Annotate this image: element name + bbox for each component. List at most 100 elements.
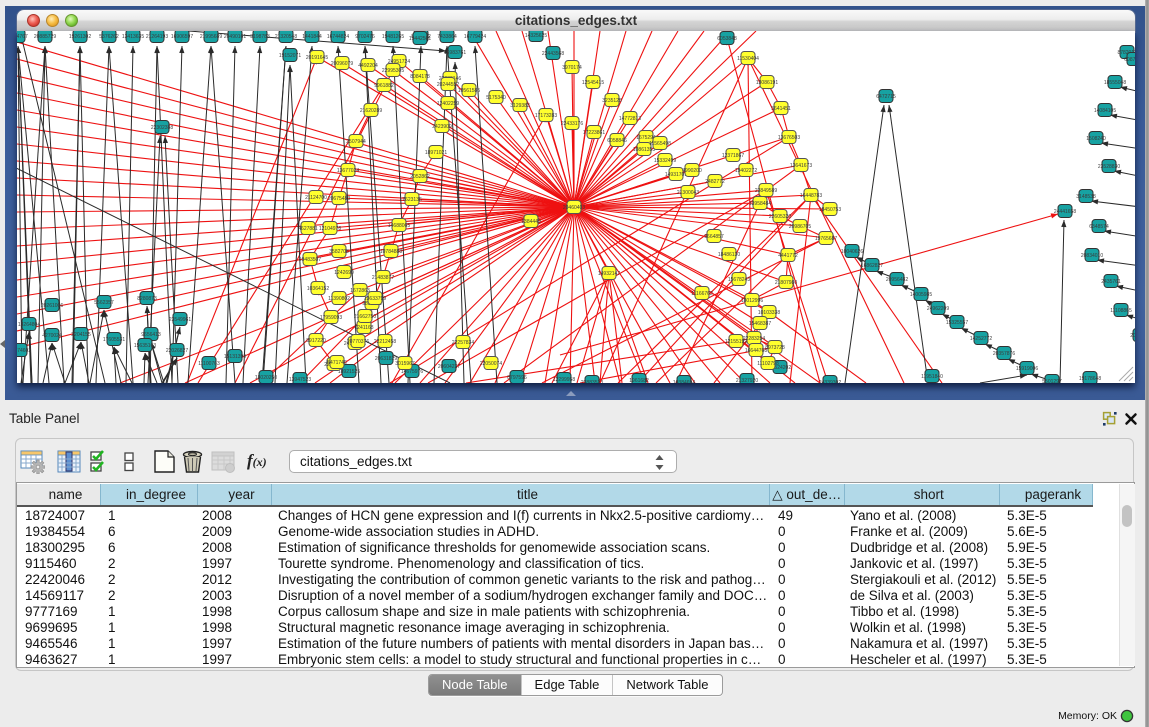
svg-text:22026827: 22026827 — [166, 348, 188, 354]
svg-text:11166762: 11166762 — [691, 291, 713, 297]
svg-text:22995305: 22995305 — [382, 68, 404, 74]
svg-text:6472715: 6472715 — [876, 94, 896, 100]
svg-text:14325625: 14325625 — [525, 33, 547, 39]
svg-text:18921525: 18921525 — [338, 369, 360, 375]
svg-text:1672863: 1672863 — [350, 288, 370, 294]
svg-text:15468387: 15468387 — [749, 321, 771, 327]
svg-text:10364152: 10364152 — [307, 286, 329, 292]
svg-text:20096079: 20096079 — [331, 61, 353, 67]
svg-text:11100763: 11100763 — [198, 361, 220, 367]
svg-text:23549961: 23549961 — [169, 317, 191, 323]
svg-text:11390802: 11390802 — [328, 296, 350, 302]
svg-text:13676503: 13676503 — [778, 135, 800, 141]
svg-text:13264804: 13264804 — [18, 322, 40, 328]
svg-text:5471746: 5471746 — [327, 360, 347, 366]
svg-text:22050074: 22050074 — [480, 361, 502, 367]
svg-text:6087602: 6087602 — [1124, 57, 1135, 63]
svg-text:11102798: 11102798 — [757, 361, 779, 367]
svg-text:4270024: 4270024 — [42, 333, 62, 339]
svg-text:13947523: 13947523 — [289, 377, 311, 383]
svg-text:2507944: 2507944 — [346, 139, 366, 145]
svg-text:8973728: 8973728 — [765, 345, 785, 351]
svg-text:10561585: 10561585 — [458, 88, 480, 94]
svg-text:21483877: 21483877 — [372, 275, 394, 281]
svg-text:1441844: 1441844 — [302, 34, 322, 40]
svg-text:20261006: 20261006 — [41, 303, 63, 309]
svg-text:9702476: 9702476 — [355, 34, 375, 40]
svg-text:22212458: 22212458 — [374, 339, 396, 345]
svg-text:10861353: 10861353 — [633, 147, 655, 153]
svg-text:3015967: 3015967 — [395, 361, 415, 367]
svg-text:6053848: 6053848 — [717, 36, 737, 42]
svg-text:23883523: 23883523 — [581, 380, 603, 383]
svg-text:23528830: 23528830 — [1098, 164, 1120, 170]
svg-text:4492204: 4492204 — [358, 63, 378, 69]
svg-text:13641673: 13641673 — [790, 163, 812, 169]
svg-text:20357876: 20357876 — [993, 351, 1015, 357]
svg-text:22605320: 22605320 — [769, 214, 791, 220]
svg-text:19402272: 19402272 — [735, 168, 757, 174]
svg-text:8917220: 8917220 — [306, 338, 326, 344]
svg-text:16862827: 16862827 — [861, 263, 883, 269]
svg-text:12299958: 12299958 — [553, 377, 575, 383]
svg-text:2482772: 2482772 — [705, 179, 725, 185]
svg-text:15919006: 15919006 — [1016, 366, 1038, 372]
svg-text:21124700: 21124700 — [305, 195, 327, 201]
svg-text:18555048: 18555048 — [1104, 80, 1126, 86]
svg-text:19481265: 19481265 — [382, 34, 404, 40]
svg-text:21995689: 21995689 — [200, 34, 222, 40]
svg-text:4441772: 4441772 — [778, 253, 798, 259]
svg-text:20986705: 20986705 — [789, 224, 811, 230]
svg-text:13413635: 13413635 — [122, 34, 144, 40]
svg-text:22433176: 22433176 — [561, 121, 583, 127]
svg-text:20770376: 20770376 — [347, 339, 369, 345]
svg-text:24339302: 24339302 — [819, 380, 841, 383]
svg-text:12402259: 12402259 — [437, 101, 459, 107]
svg-text:3582708: 3582708 — [329, 249, 349, 255]
svg-text:12545415: 12545415 — [582, 80, 604, 86]
svg-text:3198783: 3198783 — [250, 34, 270, 40]
svg-text:1508240: 1508240 — [1086, 136, 1106, 142]
svg-text:18450753: 18450753 — [819, 207, 841, 213]
svg-text:21327920: 21327920 — [736, 378, 758, 383]
svg-text:14005985: 14005985 — [910, 292, 932, 298]
svg-text:21300043: 21300043 — [677, 190, 699, 196]
svg-text:20244552: 20244552 — [437, 82, 459, 88]
svg-text:5501297: 5501297 — [1042, 379, 1062, 383]
svg-text:7433864: 7433864 — [437, 34, 457, 40]
svg-text:21620289: 21620289 — [360, 108, 382, 114]
svg-text:19483507: 19483507 — [299, 257, 321, 263]
svg-text:16744824: 16744824 — [327, 34, 349, 40]
svg-text:20956482: 20956482 — [886, 277, 908, 283]
svg-text:11530404: 11530404 — [737, 56, 759, 62]
svg-text:21807980: 21807980 — [775, 280, 797, 286]
svg-text:22302388: 22302388 — [151, 125, 173, 131]
svg-text:6241168: 6241168 — [354, 325, 373, 331]
svg-text:21264193: 21264193 — [146, 34, 168, 40]
svg-text:10103338: 10103338 — [758, 310, 780, 316]
svg-text:16644768: 16644768 — [745, 348, 767, 354]
svg-text:22443568: 22443568 — [542, 51, 564, 57]
svg-text:3235128: 3235128 — [602, 98, 622, 104]
svg-text:10784888: 10784888 — [380, 249, 402, 255]
svg-text:10040626: 10040626 — [841, 249, 863, 255]
svg-text:1961682: 1961682 — [629, 378, 649, 383]
svg-text:11565498: 11565498 — [649, 141, 671, 147]
svg-text:6348574: 6348574 — [1089, 224, 1109, 230]
svg-text:18020250: 18020250 — [255, 375, 277, 381]
svg-text:19442561: 19442561 — [409, 36, 431, 42]
svg-text:18971021: 18971021 — [425, 150, 447, 156]
svg-text:13086191: 13086191 — [756, 80, 778, 86]
svg-text:2423909: 2423909 — [432, 124, 452, 130]
svg-text:16779424: 16779424 — [464, 34, 486, 40]
svg-text:20604237: 20604237 — [438, 364, 460, 370]
svg-text:22257834: 22257834 — [452, 340, 474, 346]
svg-text:10384694: 10384694 — [673, 380, 695, 383]
svg-text:5376262: 5376262 — [99, 34, 119, 40]
svg-text:8984767: 8984767 — [17, 34, 28, 40]
svg-text:5641451: 5641451 — [771, 106, 791, 112]
svg-text:4627881: 4627881 — [298, 226, 318, 232]
svg-text:8084178: 8084178 — [410, 74, 430, 80]
svg-text:20885729: 20885729 — [34, 34, 56, 40]
svg-text:4990200: 4990200 — [682, 168, 702, 174]
